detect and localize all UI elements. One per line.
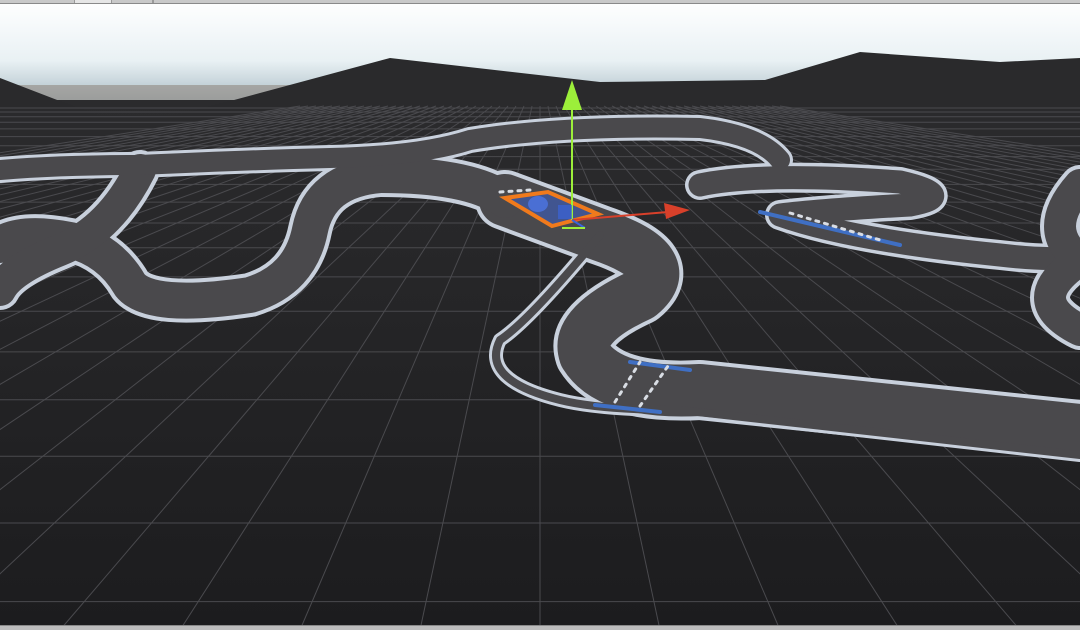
z-axis-plane-handle[interactable] [558,205,572,219]
toolbar-tab[interactable] [152,0,154,3]
window-top-edge [0,0,1080,4]
scene-view[interactable] [0,0,1080,630]
selected-object-sphere [528,196,548,212]
toolbar-tab[interactable] [74,0,112,3]
scene-canvas[interactable] [0,0,1080,630]
window-bottom-edge [0,625,1080,630]
